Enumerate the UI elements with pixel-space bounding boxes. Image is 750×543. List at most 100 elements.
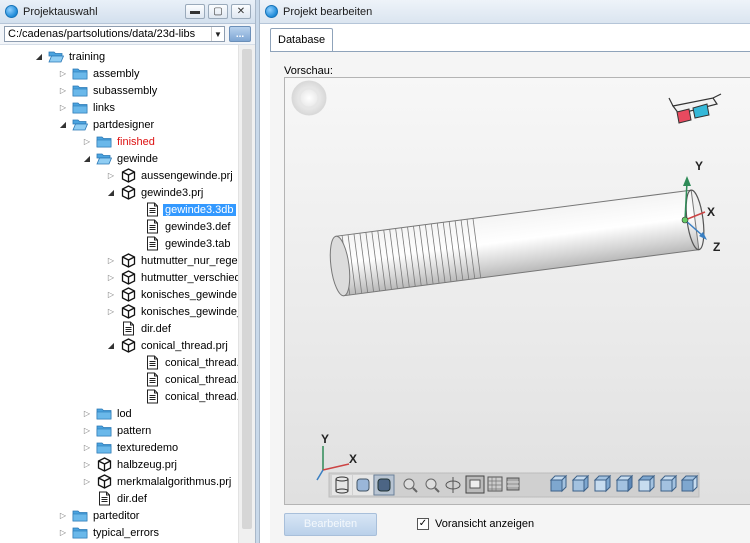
collapsed-arrow-icon[interactable]: ▷ [58,69,68,78]
tree-item[interactable]: gewinde3.tab [130,235,232,252]
edit-button[interactable]: Bearbeiten [284,512,377,536]
collapsed-arrow-icon[interactable]: ▷ [82,409,92,418]
file-icon [120,321,136,336]
cylinder-solid-icon[interactable] [373,474,395,496]
orbit-control-icon[interactable] [291,80,327,116]
view-back-icon[interactable] [571,474,590,493]
view-left-icon[interactable] [593,474,612,493]
collapsed-arrow-icon[interactable]: ▷ [106,171,116,180]
tree-item[interactable]: ◢ training [34,48,107,65]
tree-item[interactable]: ▷ halbzeug.prj [82,456,179,473]
folder-icon [96,407,112,421]
tree-item[interactable]: gewinde3.3db [130,201,236,218]
collapsed-arrow-icon[interactable]: ▷ [82,443,92,452]
folder-icon [96,424,112,438]
tree-item[interactable]: ▷ parteditor [58,507,141,524]
corner-x-label: X [349,452,357,466]
collapsed-arrow-icon[interactable]: ▷ [106,273,116,282]
tree-item[interactable]: ▷ hutmutter_verschieden [106,269,238,286]
collapsed-arrow-icon[interactable]: ▷ [82,426,92,435]
collapsed-arrow-icon[interactable]: ▷ [82,460,92,469]
preview-checkbox-row[interactable]: ✓ Voransicht anzeigen [417,518,534,530]
path-combobox[interactable]: C:/cadenas/partsolutions/data/23d-libs ▼ [4,26,225,42]
collapsed-arrow-icon[interactable]: ▷ [106,290,116,299]
tree-item[interactable]: ▷ assembly [58,65,141,82]
collapsed-arrow-icon[interactable]: ▷ [58,86,68,95]
render-icon[interactable] [506,477,520,491]
tree-item[interactable]: ▷ links [58,99,117,116]
collapsed-arrow-icon[interactable]: ▷ [82,477,92,486]
tree-item[interactable]: ▷ konisches_gewinde_2.p [106,303,238,320]
project-tree[interactable]: ◢ training ▷ assembly ▷ subassembly ▷ links ◢ par… [0,45,238,543]
view-front-icon[interactable] [549,474,568,493]
maximize-button[interactable]: ▢ [208,4,228,19]
expanded-arrow-icon[interactable]: ◢ [34,52,44,61]
tree-item[interactable]: ▷ subassembly [58,82,159,99]
collapsed-arrow-icon[interactable]: ▷ [106,256,116,265]
tree-item[interactable]: ▷ finished [82,133,157,150]
bottom-controls: Bearbeiten ✓ Voransicht anzeigen [284,512,750,536]
expanded-arrow-icon[interactable]: ◢ [82,154,92,163]
folder-icon [72,84,88,98]
tree-item-label: conical_thread.tab [165,390,238,403]
collapsed-arrow-icon[interactable]: ▷ [58,511,68,520]
tree-item[interactable]: ▷ texturedemo [82,439,180,456]
view-right-icon[interactable] [615,474,634,493]
tree-item[interactable]: ◢ conical_thread.prj [106,337,230,354]
3d-preview-viewport[interactable]: Y X Z Y X [284,77,750,505]
tree-item[interactable]: ▷ hutmutter_nur_regelge [106,252,238,269]
axis-y-label: Y [695,159,703,173]
scrollbar-thumb[interactable] [242,49,252,529]
tree-item[interactable]: ◢ gewinde3.prj [106,184,205,201]
fit-icon[interactable] [465,475,485,494]
preview-checkbox[interactable]: ✓ [417,518,429,530]
tree-item[interactable]: ◢ gewinde [82,150,160,167]
tree-item-label: gewinde3.prj [141,186,204,199]
tree-item[interactable]: conical_thread.tab [130,388,238,405]
edit-project-window: Projekt bearbeiten Database Vorschau: Y … [259,0,750,543]
expanded-arrow-icon[interactable]: ◢ [106,188,116,197]
minimize-button[interactable]: ▬ [185,4,205,19]
tree-item-label: hutmutter_nur_regelge [141,254,238,267]
tree-item[interactable]: ▷ lod [82,405,134,422]
tree-item[interactable]: ▷ konisches_gewinde.prj [106,286,238,303]
view-iso-icon[interactable] [680,474,699,493]
view-top-icon[interactable] [637,474,656,493]
stereo-glasses-icon[interactable] [668,93,722,124]
tree-item[interactable]: ▷ pattern [82,422,153,439]
file-icon [144,372,160,387]
collapsed-arrow-icon[interactable]: ▷ [58,528,68,537]
tree-item[interactable]: gewinde3.def [130,218,232,235]
wireframe-icon[interactable] [487,476,503,492]
view-bottom-icon[interactable] [659,474,678,493]
browse-button[interactable]: ... [229,26,251,42]
tree-item[interactable]: ◢ partdesigner [58,116,156,133]
collapsed-arrow-icon[interactable]: ▷ [82,137,92,146]
right-window-title: Projekt bearbeiten [283,5,373,18]
folder-open-icon [72,118,88,132]
expanded-arrow-icon[interactable]: ◢ [58,120,68,129]
tree-item-label: finished [117,135,155,148]
chevron-down-icon[interactable]: ▼ [211,27,224,41]
tree-item-label: partdesigner [93,118,155,131]
cylinder-outline-icon[interactable] [332,475,352,495]
tree-item[interactable]: conical_thread.def [130,371,238,388]
folder-icon [72,67,88,81]
tree-scrollbar[interactable] [238,45,255,543]
tree-item-label: links [93,101,116,114]
tree-item[interactable]: ▷ typical_errors [58,524,161,541]
tree-item[interactable]: dir.def [106,320,173,337]
tree-item-label: conical_thread.def [165,373,238,386]
file-icon [144,236,160,251]
tab-database[interactable]: Database [270,28,334,52]
tree-item[interactable]: dir.def [82,490,149,507]
tree-item[interactable]: ▷ merkmalalgorithmus.prj [82,473,233,490]
tree-item[interactable]: conical_thread.3dl [130,354,238,371]
close-button[interactable]: ✕ [231,4,251,19]
tree-item-label: dir.def [117,492,147,505]
tree-item[interactable]: ▷ aussengewinde.prj [106,167,235,184]
cylinder-shaded-icon[interactable] [353,475,373,495]
expanded-arrow-icon[interactable]: ◢ [106,341,116,350]
collapsed-arrow-icon[interactable]: ▷ [106,307,116,316]
collapsed-arrow-icon[interactable]: ▷ [58,103,68,112]
